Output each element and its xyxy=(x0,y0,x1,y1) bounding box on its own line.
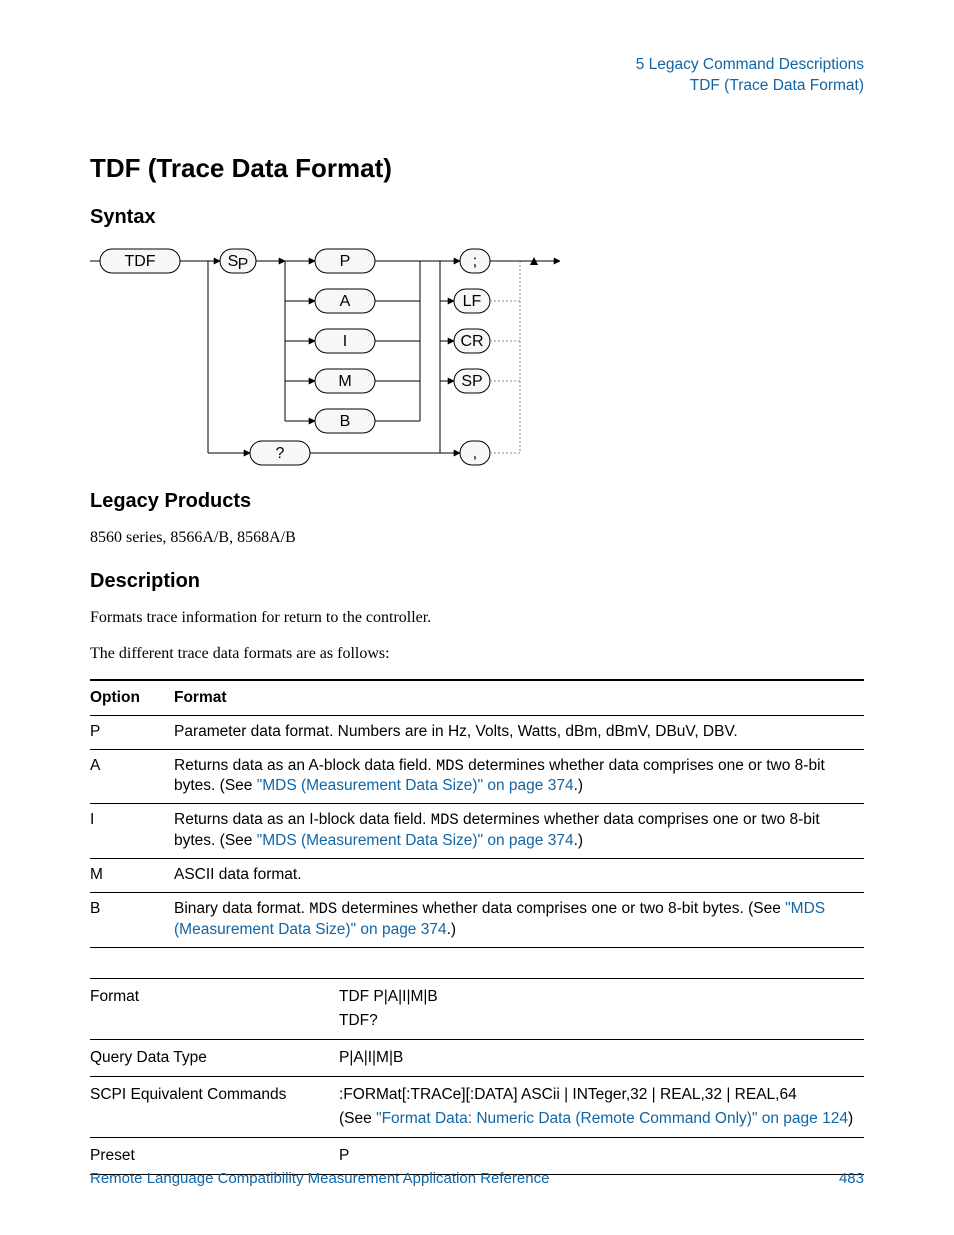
table-row: MASCII data format. xyxy=(90,859,864,893)
table-row: BBinary data format. MDS determines whet… xyxy=(90,893,864,948)
option-cell: A xyxy=(90,749,174,804)
syntax-question-box: ? xyxy=(276,445,285,462)
cross-ref-link[interactable]: "Format Data: Numeric Data (Remote Comma… xyxy=(376,1110,848,1127)
option-cell: I xyxy=(90,804,174,859)
options-table: Option Format PParameter data format. Nu… xyxy=(90,679,864,948)
svg-text:LF: LF xyxy=(463,293,482,310)
detail-label: SCPI Equivalent Commands xyxy=(90,1077,339,1138)
table-row: FormatTDF P|A|I|M|BTDF? xyxy=(90,979,864,1040)
table-row: AReturns data as an A-block data field. … xyxy=(90,749,864,804)
svg-text:SP: SP xyxy=(461,373,482,390)
format-cell: Returns data as an A-block data field. M… xyxy=(174,749,864,804)
svg-text:I: I xyxy=(343,333,347,350)
description-p2: The different trace data formats are as … xyxy=(90,643,864,665)
format-cell: Binary data format. MDS determines wheth… xyxy=(174,893,864,948)
table-row: Query Data TypeP|A|I|M|B xyxy=(90,1040,864,1077)
cross-ref-link[interactable]: "MDS (Measurement Data Size)" on page 37… xyxy=(257,777,574,794)
svg-text:,: , xyxy=(473,445,477,462)
details-table: FormatTDF P|A|I|M|BTDF?Query Data TypeP|… xyxy=(90,978,864,1175)
svg-text:B: B xyxy=(340,413,351,430)
options-table-hd-format: Format xyxy=(174,680,864,716)
format-cell: Returns data as an I-block data field. M… xyxy=(174,804,864,859)
page-footer: Remote Language Compatibility Measuremen… xyxy=(90,1170,864,1187)
description-heading: Description xyxy=(90,570,864,593)
legacy-heading: Legacy Products xyxy=(90,490,864,513)
option-cell: P xyxy=(90,715,174,749)
detail-label: Query Data Type xyxy=(90,1040,339,1077)
footer-left: Remote Language Compatibility Measuremen… xyxy=(90,1170,549,1187)
syntax-option-col: P A I M B xyxy=(208,249,420,453)
table-row: IReturns data as an I-block data field. … xyxy=(90,804,864,859)
format-cell: Parameter data format. Numbers are in Hz… xyxy=(174,715,864,749)
syntax-terminator-col: ; LF CR SP , xyxy=(440,249,520,465)
page-title: TDF (Trace Data Format) xyxy=(90,153,864,184)
syntax-start-box: TDF xyxy=(124,253,155,270)
svg-text:M: M xyxy=(338,373,351,390)
format-cell: ASCII data format. xyxy=(174,859,864,893)
svg-text:P: P xyxy=(340,253,351,270)
syntax-heading: Syntax xyxy=(90,206,864,229)
svg-text:A: A xyxy=(340,293,351,310)
svg-text:CR: CR xyxy=(460,333,483,350)
running-header-line1: 5 Legacy Command Descriptions xyxy=(636,56,864,73)
table-row: PParameter data format. Numbers are in H… xyxy=(90,715,864,749)
detail-label: Format xyxy=(90,979,339,1040)
footer-right: 483 xyxy=(839,1170,864,1187)
option-cell: M xyxy=(90,859,174,893)
legacy-body: 8560 series, 8566A/B, 8568A/B xyxy=(90,527,864,549)
table-row: SCPI Equivalent Commands:FORMat[:TRACe][… xyxy=(90,1077,864,1138)
cross-ref-link[interactable]: "MDS (Measurement Data Size)" on page 37… xyxy=(257,832,574,849)
description-p1: Formats trace information for return to … xyxy=(90,607,864,629)
detail-value: TDF P|A|I|M|BTDF? xyxy=(339,979,864,1040)
detail-value: :FORMat[:TRACe][:DATA] ASCii | INTeger,3… xyxy=(339,1077,864,1138)
svg-text:;: ; xyxy=(473,253,477,270)
syntax-sp-sub: P xyxy=(238,256,249,273)
detail-value: P|A|I|M|B xyxy=(339,1040,864,1077)
running-header: 5 Legacy Command Descriptions TDF (Trace… xyxy=(90,55,864,97)
option-cell: B xyxy=(90,893,174,948)
syntax-diagram: TDF S P P xyxy=(90,243,864,468)
options-table-hd-option: Option xyxy=(90,680,174,716)
running-header-line2: TDF (Trace Data Format) xyxy=(690,77,864,94)
